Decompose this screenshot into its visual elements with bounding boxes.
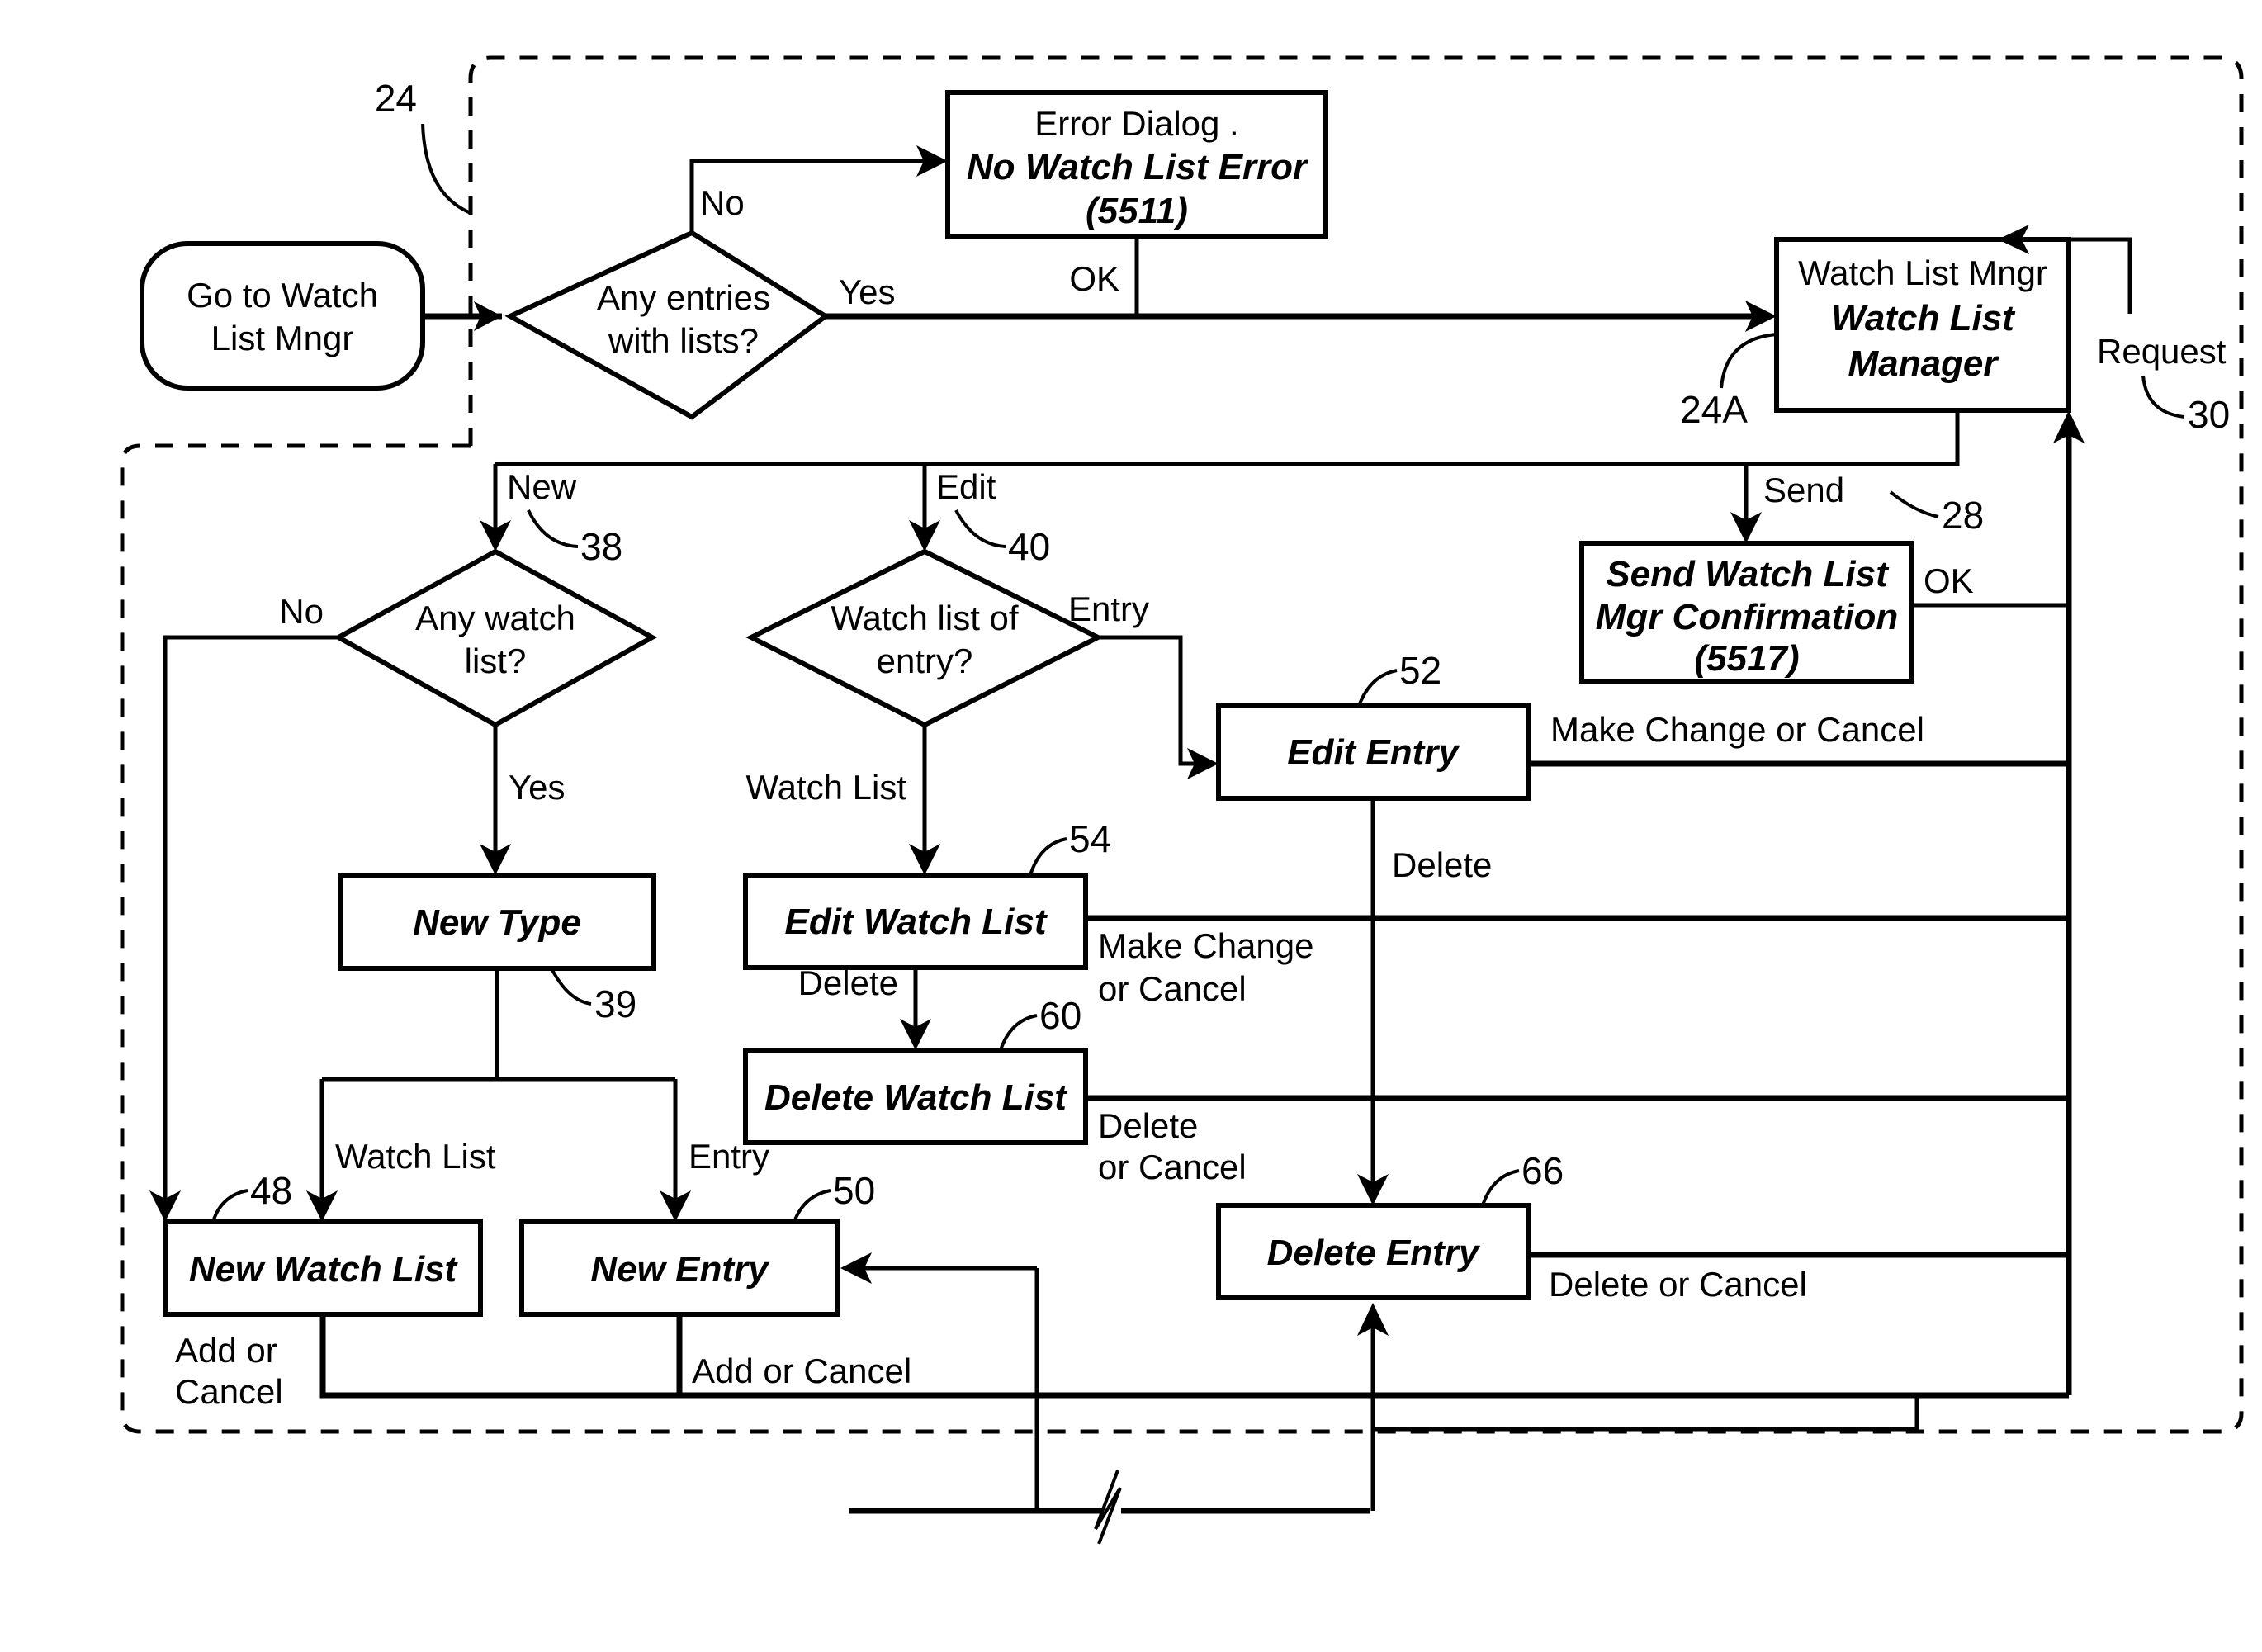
edge-label-delete-edit-entry: Delete xyxy=(1392,845,1492,884)
ref-24: 24 xyxy=(375,77,417,120)
leader-28 xyxy=(1889,490,1939,518)
edge-label-add-or-cancel-line2: Cancel xyxy=(175,1372,283,1411)
edge-label-delete-line1: Delete xyxy=(1098,1106,1198,1145)
edge-entry-to-edit-entry xyxy=(1098,635,1204,766)
start-node-go-to-watch-list-mngr xyxy=(140,241,425,391)
leader-66 xyxy=(1481,1169,1520,1206)
send-confirmation-bold3: (5517) xyxy=(1694,638,1799,679)
ref-54: 54 xyxy=(1069,817,1111,860)
ref-48: 48 xyxy=(250,1169,292,1212)
error-dialog-bold1: No Watch List Error xyxy=(967,147,1309,187)
leader-30 xyxy=(2141,375,2185,419)
ref-38: 38 xyxy=(580,525,622,568)
error-dialog-bold2: (5511) xyxy=(1086,191,1188,231)
start-node-line2: List Mngr xyxy=(211,319,354,357)
edge-label-edit: Edit xyxy=(936,467,996,506)
edge-label-delete-or-cancel-entry: Delete or Cancel xyxy=(1549,1265,1807,1304)
decision-any-watch-list xyxy=(333,548,658,728)
edge-label-make-change-line1: Make Change xyxy=(1098,926,1314,965)
edge-label-yes-entries: Yes xyxy=(839,272,896,311)
ref-39: 39 xyxy=(594,982,636,1025)
start-node-line1: Go to Watch xyxy=(187,276,378,315)
edge-label-delete-edit-watch-list: Delete xyxy=(798,963,898,1002)
edit-entry-label: Edit Entry xyxy=(1287,732,1460,773)
ref-28: 28 xyxy=(1942,494,1984,537)
edge-label-add-or-cancel: Add or Cancel xyxy=(692,1351,911,1390)
flowchart-svg: 24 Go to Watch List Mngr Any entries wit… xyxy=(120,55,2244,1545)
send-confirmation-bold2: Mgr Confirmation xyxy=(1596,597,1899,637)
edge-label-watch-list-edit: Watch List xyxy=(746,768,907,807)
delete-entry-label: Delete Entry xyxy=(1267,1233,1481,1273)
edge-label-ok-send: OK xyxy=(1924,561,1974,600)
edge-label-yes-watch-list: Yes xyxy=(509,768,566,807)
delete-watch-list-label: Delete Watch List xyxy=(764,1077,1068,1118)
decision-watch-list-of-entry xyxy=(745,548,1104,728)
break-symbol-zigzag xyxy=(1094,1470,1122,1545)
edge-label-send: Send xyxy=(1763,471,1844,509)
ref-60: 60 xyxy=(1039,994,1081,1037)
ref-30: 30 xyxy=(2188,393,2230,436)
decision-any-entries-line2: with lists? xyxy=(608,321,759,360)
decision-watch-list-of-entry-line1: Watch list of xyxy=(831,599,1018,637)
leader-60 xyxy=(999,1014,1038,1051)
ref-50: 50 xyxy=(833,1169,875,1212)
leader-50 xyxy=(793,1189,831,1223)
watch-list-manager-plain: Watch List Mngr xyxy=(1798,253,2047,292)
decision-any-watch-list-line1: Any watch xyxy=(415,599,575,637)
leader-52 xyxy=(1357,669,1398,707)
ref-66: 66 xyxy=(1521,1149,1564,1192)
flowchart-sheet: 24 Go to Watch List Mngr Any entries wit… xyxy=(0,0,2262,1652)
edge-label-make-change-line2: or Cancel xyxy=(1098,969,1247,1008)
ref-52: 52 xyxy=(1399,649,1441,692)
edge-label-add-or-cancel-line1: Add or xyxy=(175,1331,277,1370)
decision-any-watch-list-line2: list? xyxy=(465,641,527,680)
send-confirmation-bold1: Send Watch List xyxy=(1606,554,1890,594)
leader-48 xyxy=(211,1189,248,1223)
edge-label-no-watch-list: No xyxy=(279,592,324,631)
leader-54 xyxy=(1029,837,1067,876)
ref-24a: 24A xyxy=(1680,388,1748,431)
edge-new-watch-list-out xyxy=(319,1314,2069,1399)
watch-list-manager-bold2: Manager xyxy=(1848,343,2000,384)
edge-label-watch-list-new: Watch List xyxy=(335,1137,496,1176)
edge-delete-entry-feedback-riser xyxy=(1370,1395,1919,1511)
edge-label-request: Request xyxy=(2097,332,2227,371)
new-entry-label: New Entry xyxy=(590,1249,770,1290)
edge-manager-self-loop xyxy=(2069,237,2132,314)
new-type-label: New Type xyxy=(413,902,581,943)
edge-label-new: New xyxy=(507,467,577,506)
decision-any-entries-line1: Any entries xyxy=(597,278,770,317)
decision-watch-list-of-entry-line2: entry? xyxy=(877,641,973,680)
edge-no-watch-list xyxy=(163,635,338,1205)
leader-24 xyxy=(421,123,471,215)
watch-list-manager-bold1: Watch List xyxy=(1831,298,2016,338)
edit-watch-list-label: Edit Watch List xyxy=(785,902,1048,942)
leader-24a xyxy=(1720,333,1777,389)
edge-label-entry-edit: Entry xyxy=(1068,589,1149,628)
edge-label-no-entries: No xyxy=(700,183,745,222)
edge-label-ok-error: OK xyxy=(1069,259,1119,298)
error-dialog-plain: Error Dialog . xyxy=(1034,104,1238,143)
leader-39 xyxy=(550,968,592,1006)
leader-38 xyxy=(527,509,579,548)
ref-40: 40 xyxy=(1008,525,1050,568)
new-watch-list-label: New Watch List xyxy=(189,1249,459,1290)
edge-label-make-change-or-cancel-entry: Make Change or Cancel xyxy=(1550,710,1924,749)
edge-label-delete-line2: or Cancel xyxy=(1098,1148,1247,1186)
leader-40 xyxy=(954,509,1006,548)
